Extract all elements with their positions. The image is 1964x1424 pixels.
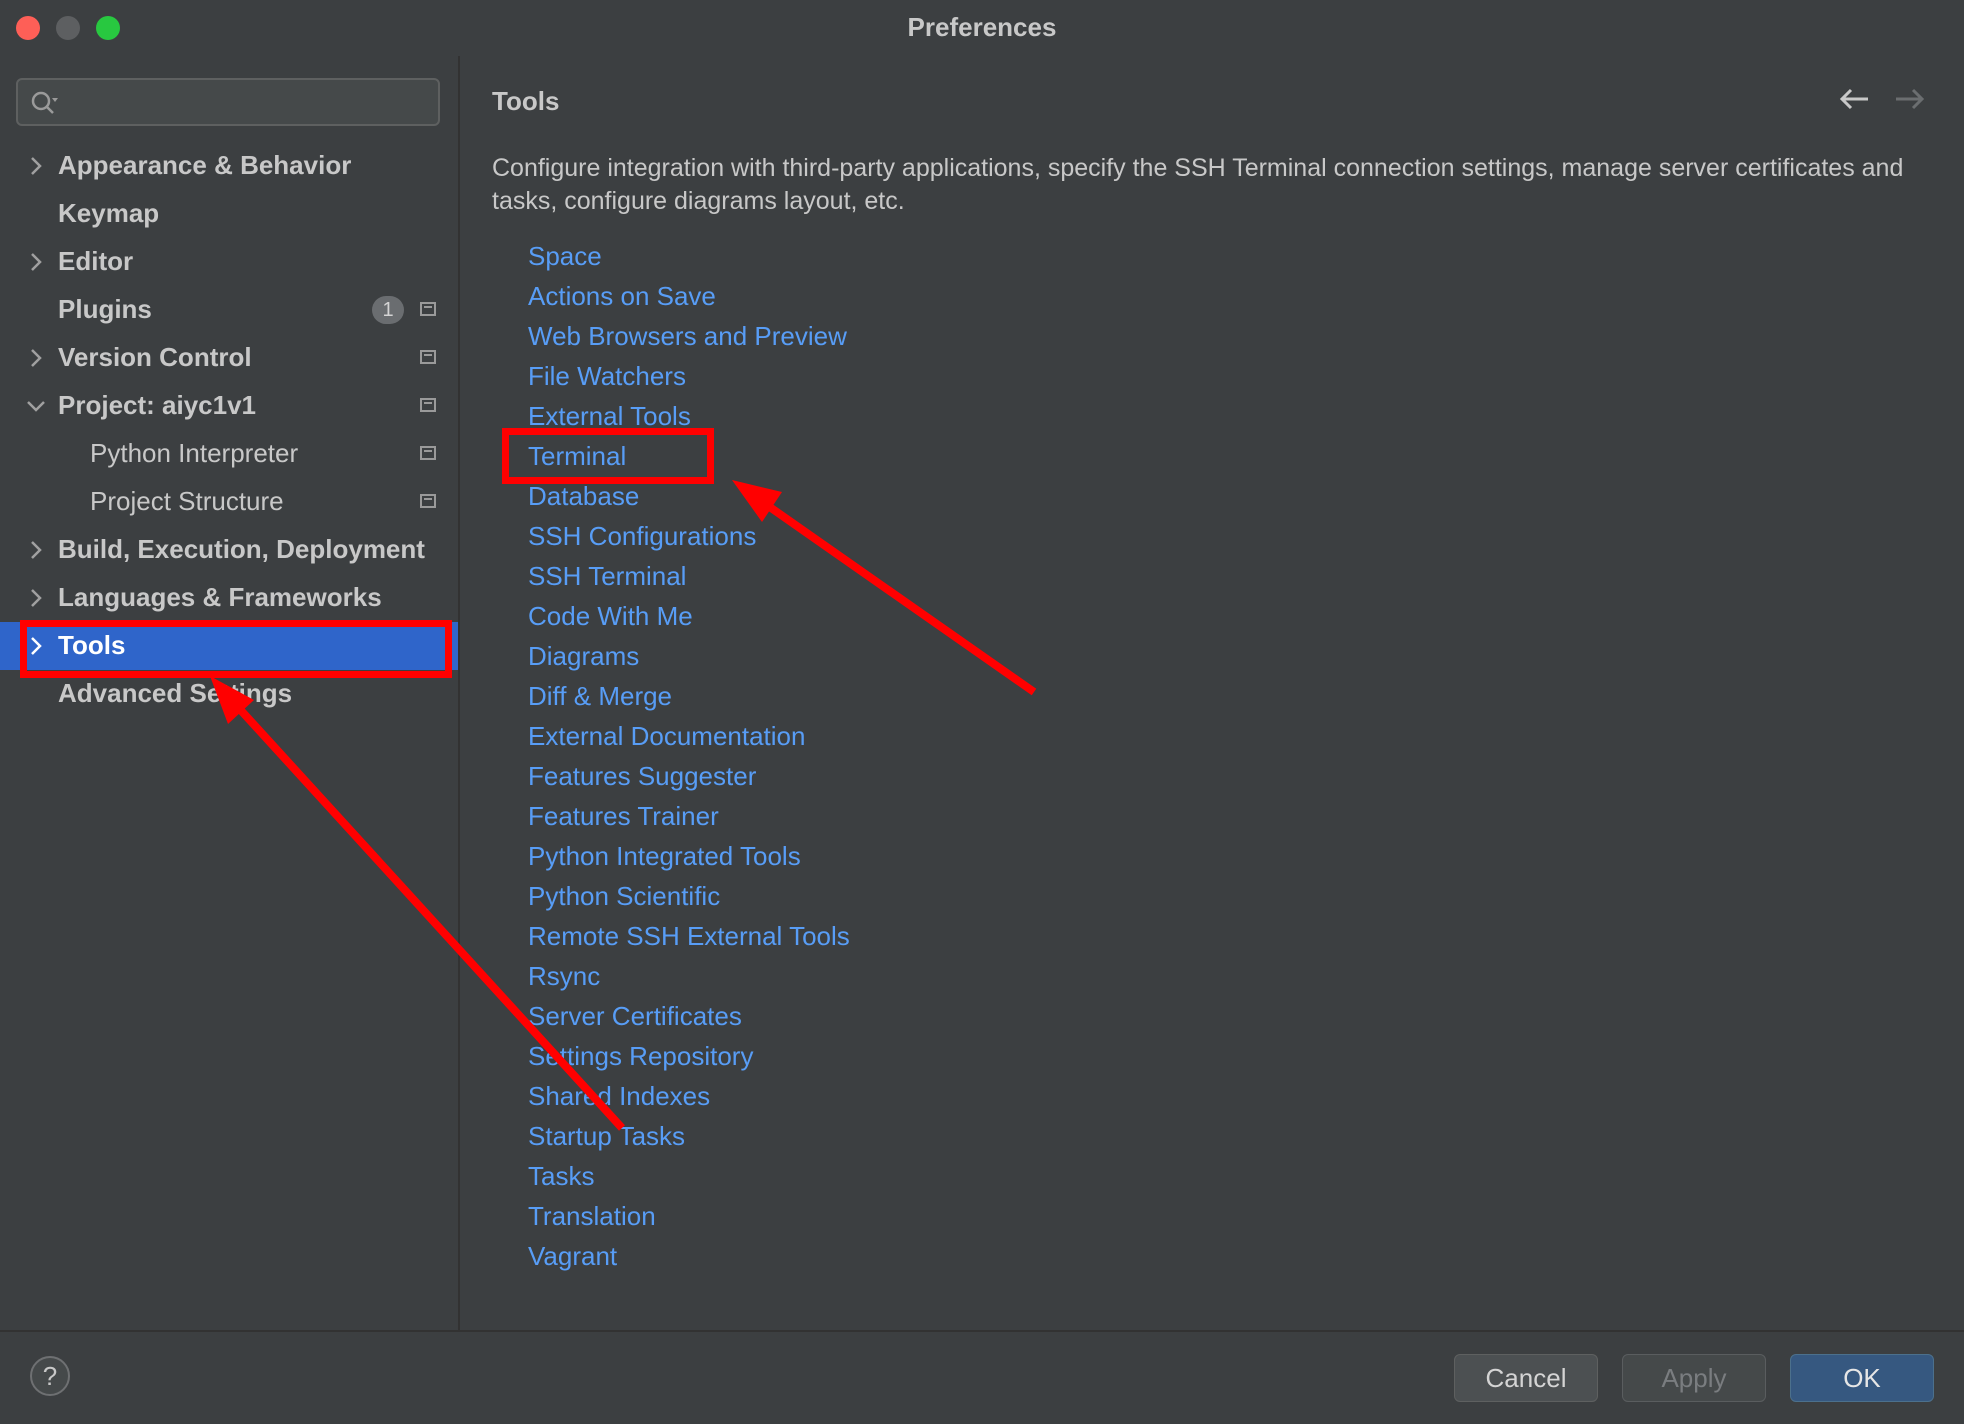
sidebar-item-label: Plugins (58, 294, 152, 324)
sidebar-item-label: Project: aiyc1v1 (58, 390, 257, 420)
update-count-badge: 1 (372, 296, 404, 324)
apply-button[interactable]: Apply (1622, 1354, 1766, 1402)
sidebar-item-label: Version Control (58, 342, 252, 372)
tools-link-diagrams[interactable]: Diagrams (528, 636, 850, 676)
tools-link-ssh-configurations[interactable]: SSH Configurations (528, 516, 850, 556)
sidebar-item-languages-frameworks[interactable]: Languages & Frameworks (0, 574, 458, 622)
project-settings-icon (420, 350, 436, 364)
tools-link-remote-ssh-external-tools[interactable]: Remote SSH External Tools (528, 916, 850, 956)
ok-button[interactable]: OK (1790, 1354, 1934, 1402)
tools-link-shared-indexes[interactable]: Shared Indexes (528, 1076, 850, 1116)
tools-settings-panel: Tools Configure integration with third-p… (460, 56, 1964, 1330)
sidebar-item-python-interpreter[interactable]: Python Interpreter (0, 430, 458, 478)
sidebar-item-appearance-behavior[interactable]: Appearance & Behavior (0, 142, 458, 190)
tools-link-web-browsers-and-preview[interactable]: Web Browsers and Preview (528, 316, 850, 356)
tools-link-features-trainer[interactable]: Features Trainer (528, 796, 850, 836)
tools-link-rsync[interactable]: Rsync (528, 956, 850, 996)
sidebar-item-editor[interactable]: Editor (0, 238, 458, 286)
search-icon (31, 91, 58, 114)
sidebar-item-plugins[interactable]: Plugins 1 (0, 286, 458, 334)
sidebar-item-keymap[interactable]: Keymap (0, 190, 458, 238)
sidebar-item-build-execution-deployment[interactable]: Build, Execution, Deployment (0, 526, 458, 574)
tools-link-settings-repository[interactable]: Settings Repository (528, 1036, 850, 1076)
sidebar-item-label: Python Interpreter (90, 438, 299, 468)
tools-link-file-watchers[interactable]: File Watchers (528, 356, 850, 396)
sidebar-item-label: Languages & Frameworks (58, 582, 382, 612)
annotation-highlight-terminal (502, 428, 714, 484)
window-title: Preferences (907, 12, 1057, 42)
tools-link-space[interactable]: Space (528, 236, 850, 276)
tools-link-list: Space Actions on Save Web Browsers and Pre… (528, 236, 850, 1276)
sidebar-item-label: Appearance & Behavior (58, 150, 352, 180)
tools-link-diff-merge[interactable]: Diff & Merge (528, 676, 850, 716)
tools-link-ssh-terminal[interactable]: SSH Terminal (528, 556, 850, 596)
page-title: Tools (492, 86, 560, 116)
sidebar-item-label: Keymap (58, 198, 160, 228)
sidebar-item-label: Build, Execution, Deployment (58, 534, 425, 564)
chevron-right-icon (31, 253, 42, 271)
sidebar-item-version-control[interactable]: Version Control (0, 334, 458, 382)
tools-link-translation[interactable]: Translation (528, 1196, 850, 1236)
chevron-down-icon (27, 401, 45, 412)
sidebar-item-project[interactable]: Project: aiyc1v1 (0, 382, 458, 430)
forward-arrow-icon[interactable] (1892, 84, 1928, 114)
project-settings-icon (420, 494, 436, 508)
sidebar-item-project-structure[interactable]: Project Structure (0, 478, 458, 526)
project-settings-icon (420, 302, 436, 316)
tools-link-actions-on-save[interactable]: Actions on Save (528, 276, 850, 316)
tools-link-python-scientific[interactable]: Python Scientific (528, 876, 850, 916)
tools-link-server-certificates[interactable]: Server Certificates (528, 996, 850, 1036)
chevron-right-icon (31, 157, 42, 175)
sidebar-item-label: Project Structure (90, 486, 284, 516)
page-description: Configure integration with third-party a… (492, 154, 1904, 215)
search-input[interactable] (16, 78, 440, 126)
tools-link-vagrant[interactable]: Vagrant (528, 1236, 850, 1276)
back-arrow-icon[interactable] (1836, 84, 1872, 114)
chevron-right-icon (31, 349, 42, 367)
dialog-footer: ? Cancel Apply OK (0, 1332, 1964, 1424)
project-settings-icon (420, 446, 436, 460)
cancel-button[interactable]: Cancel (1454, 1354, 1598, 1402)
annotation-highlight-tools (20, 620, 452, 678)
tools-link-code-with-me[interactable]: Code With Me (528, 596, 850, 636)
sidebar-item-label: Advanced Settings (58, 678, 293, 708)
help-button[interactable]: ? (30, 1356, 70, 1396)
title-bar: Preferences (0, 0, 1964, 56)
settings-sidebar: Appearance & Behavior Keymap Editor Plug… (0, 56, 458, 1330)
preferences-window: Preferences Appearance & Behavior Keymap… (0, 0, 1964, 1424)
chevron-right-icon (31, 589, 42, 607)
tools-link-external-documentation[interactable]: External Documentation (528, 716, 850, 756)
project-settings-icon (420, 398, 436, 412)
sidebar-item-label: Editor (58, 246, 134, 276)
tools-link-tasks[interactable]: Tasks (528, 1156, 850, 1196)
chevron-right-icon (31, 541, 42, 559)
tools-link-startup-tasks[interactable]: Startup Tasks (528, 1116, 850, 1156)
tools-link-features-suggester[interactable]: Features Suggester (528, 756, 850, 796)
tools-link-python-integrated-tools[interactable]: Python Integrated Tools (528, 836, 850, 876)
